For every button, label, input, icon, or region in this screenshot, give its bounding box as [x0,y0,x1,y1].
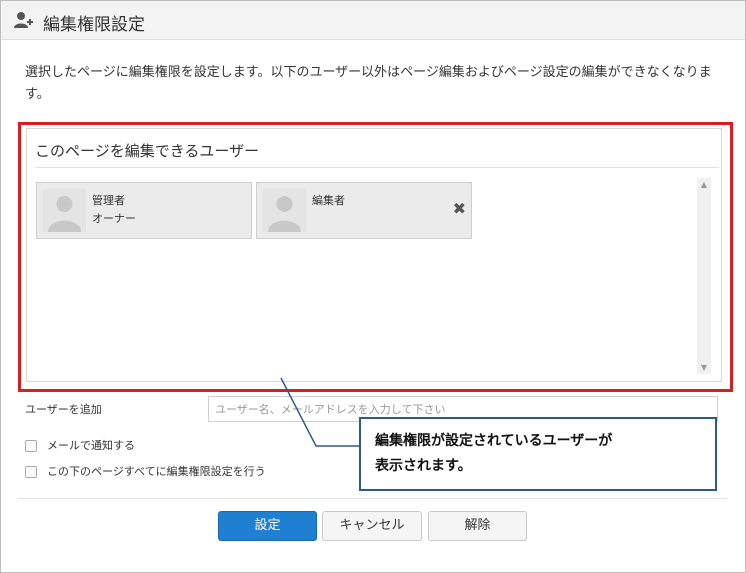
callout-line-2: 表示されます。 [375,458,472,474]
ok-button[interactable]: 設定 [218,511,317,541]
apply-subpages-label: この下のページすべてに編集権限設定を行う [47,465,266,478]
user-add-icon [13,10,33,30]
notify-email-option[interactable]: メールで通知する [25,437,135,453]
dialog-description: 選択したページに編集権限を設定します。以下のユーザー以外はページ編集およびページ… [25,65,712,102]
highlight-frame [18,122,733,392]
dialog-titlebar: 編集権限設定 [1,1,745,40]
dialog-title: 編集権限設定 [43,15,145,35]
footer-divider [18,498,727,499]
cancel-button[interactable]: キャンセル [322,511,422,541]
callout-line-1: 編集権限が設定されているユーザーが [375,433,613,449]
notify-email-label: メールで通知する [47,439,135,452]
add-user-label: ユーザーを追加 [25,403,102,416]
apply-subpages-option[interactable]: この下のページすべてに編集権限設定を行う [25,463,266,479]
clear-button[interactable]: 解除 [428,511,527,541]
apply-subpages-checkbox[interactable] [25,466,37,478]
notify-email-checkbox[interactable] [25,440,37,452]
annotation-callout: 編集権限が設定されているユーザーが 表示されます。 [359,417,717,491]
